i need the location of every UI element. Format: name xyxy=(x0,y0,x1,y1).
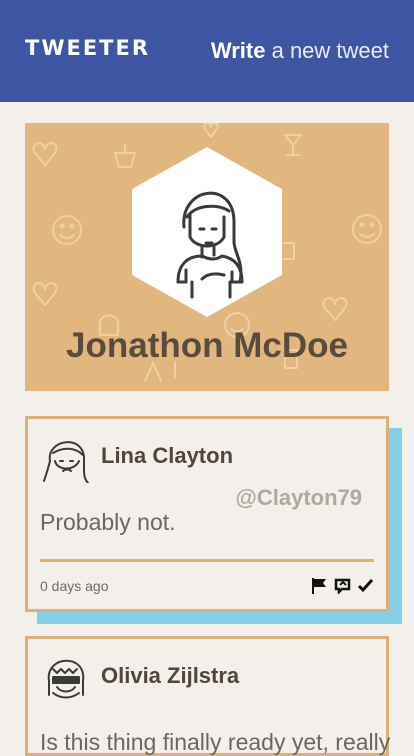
tweet-actions xyxy=(311,577,374,594)
divider xyxy=(40,559,374,562)
profile-name: Jonathon McDoe xyxy=(66,326,348,365)
app-logo[interactable]: TWEETER xyxy=(25,36,150,60)
write-tweet-link[interactable]: Write a new tweet xyxy=(211,38,389,64)
retweet-icon[interactable] xyxy=(334,577,351,594)
author-avatar xyxy=(47,659,85,699)
write-link-bold: Write xyxy=(210,38,266,63)
tweet-text: Is this thing finally ready yet, really xyxy=(40,729,391,755)
author-handle[interactable]: @Clayton79 xyxy=(235,485,362,511)
tweet-timestamp: 0 days ago xyxy=(40,578,109,594)
write-link-rest: a new tweet xyxy=(265,38,389,63)
author-name[interactable]: Lina Clayton xyxy=(101,443,233,469)
tweet-text: Probably not. xyxy=(40,509,176,535)
flag-icon[interactable] xyxy=(311,577,328,594)
check-icon[interactable] xyxy=(357,577,374,594)
profile-banner: Jonathon McDoe xyxy=(25,123,389,391)
tweet-card: Olivia Zijlstra Is this thing finally re… xyxy=(25,636,391,756)
app-header: TWEETER Write a new tweet xyxy=(0,0,414,102)
tweet-card: Lina Clayton @Clayton79 Probably not. 0 … xyxy=(25,416,389,612)
profile-avatar xyxy=(132,147,282,317)
author-name[interactable]: Olivia Zijlstra xyxy=(101,663,239,689)
author-avatar xyxy=(43,441,89,483)
